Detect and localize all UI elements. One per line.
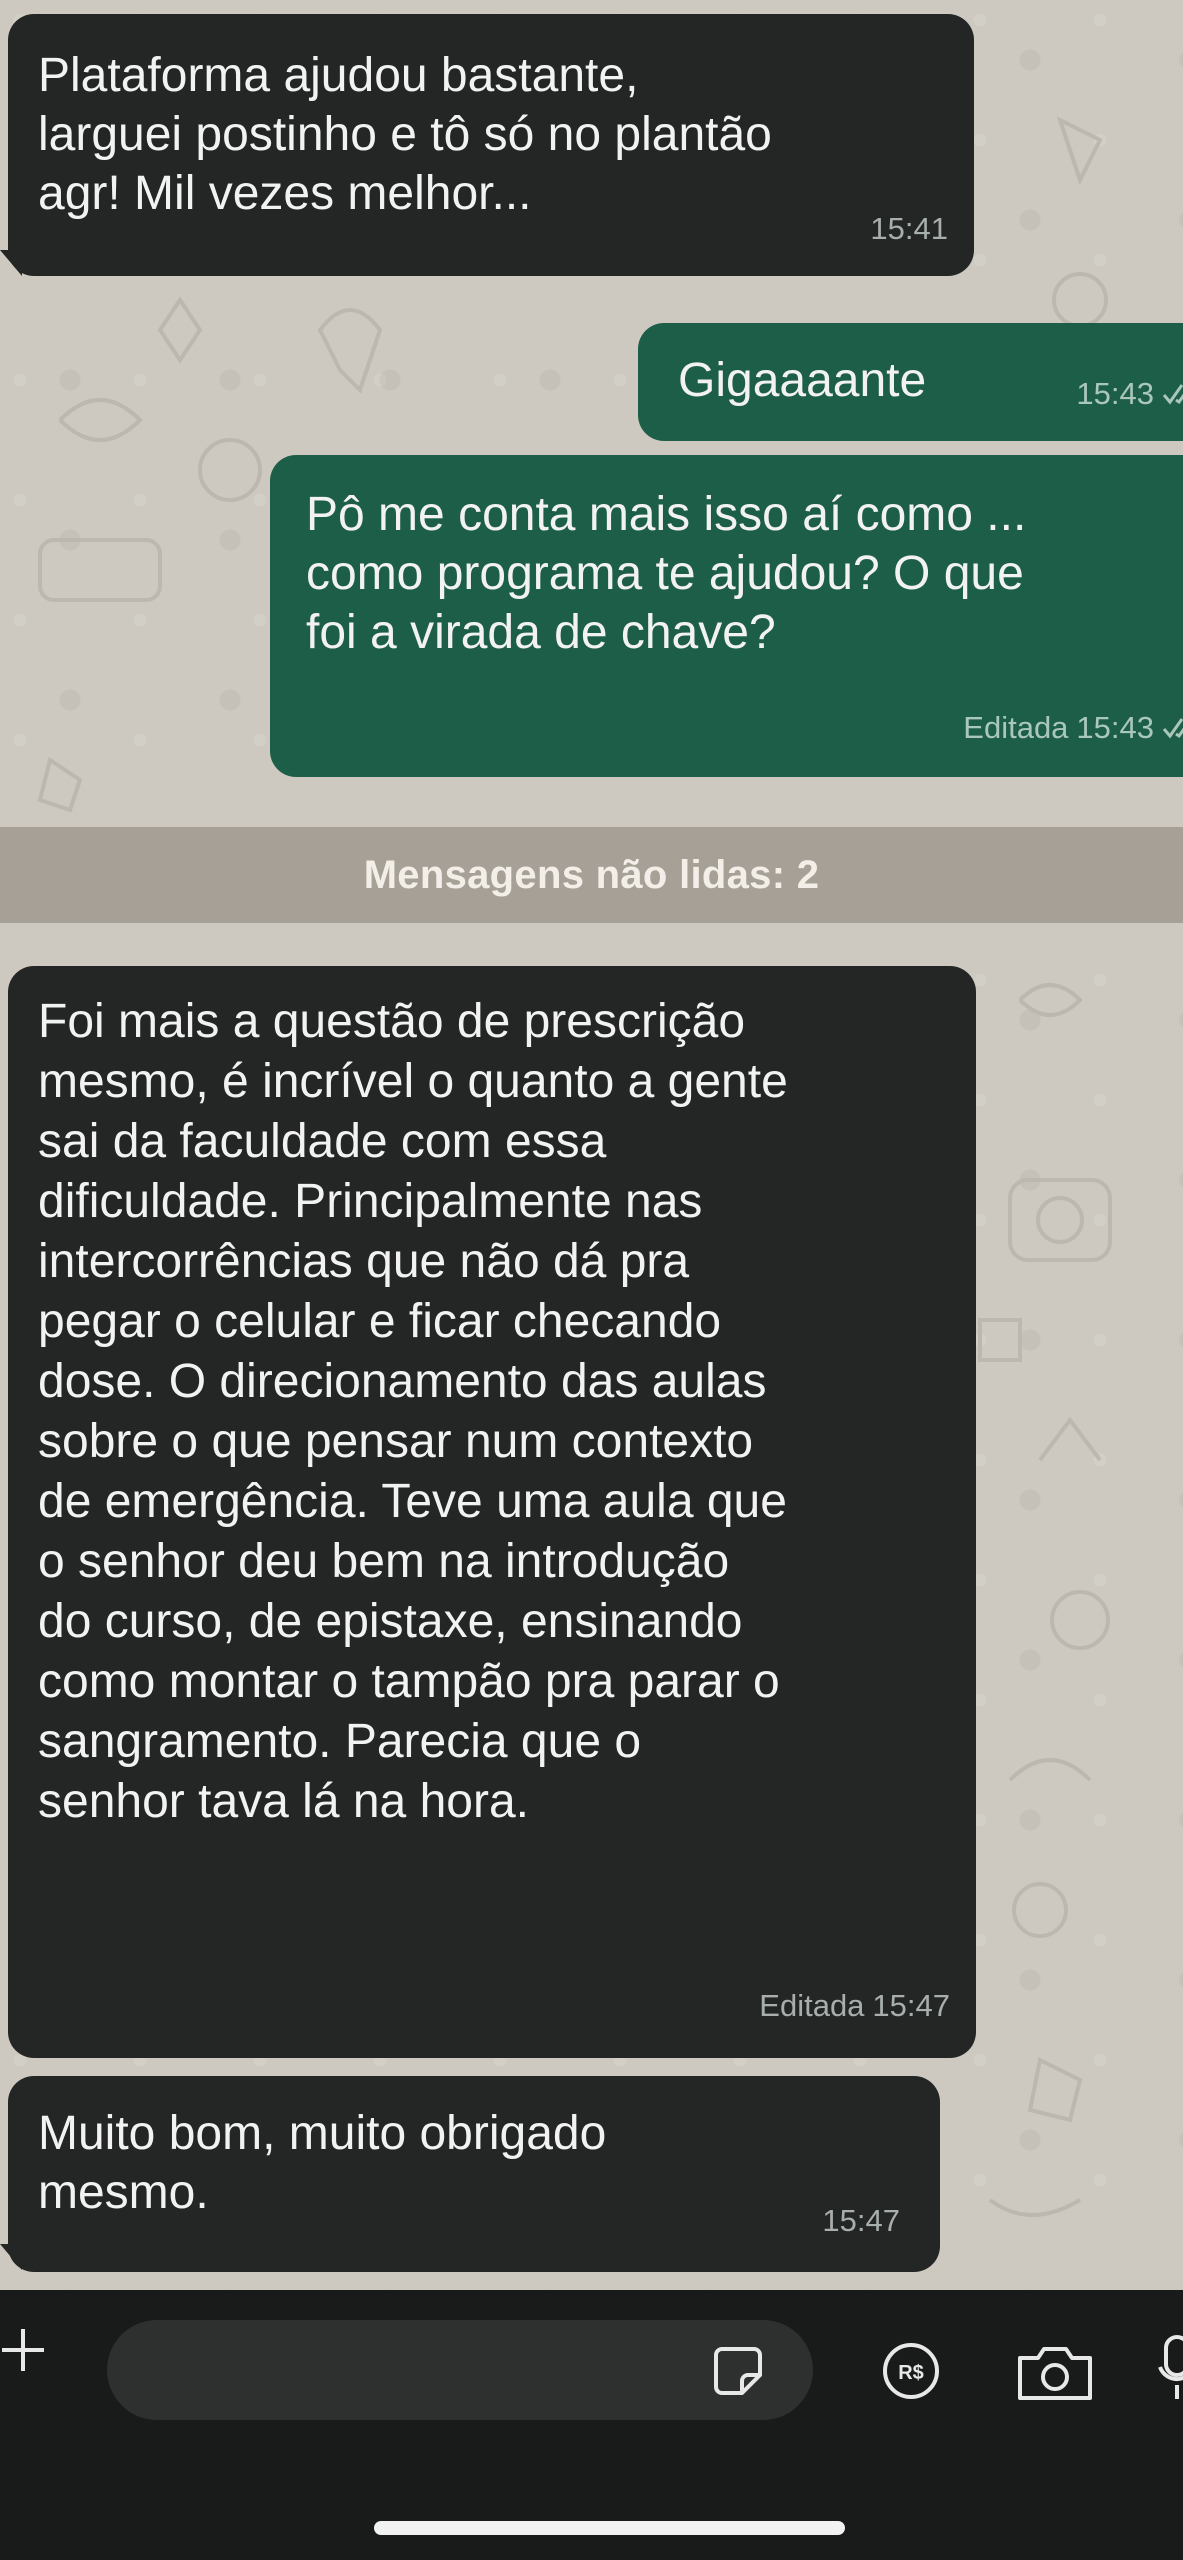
- unread-messages-label: Mensagens não lidas: 2: [363, 852, 820, 897]
- message-text: Muito bom, muito obrigado mesmo.: [38, 2107, 607, 2219]
- camera-icon[interactable]: [1014, 2342, 1096, 2404]
- message-text: Plataforma ajudou bastante, larguei post…: [38, 49, 772, 220]
- bubble-tail: [0, 2244, 22, 2270]
- message-bubble-incoming[interactable]: Muito bom, muito obrigado mesmo. 15:47: [8, 2076, 940, 2272]
- edited-label: Editada: [759, 1988, 865, 2023]
- sticker-icon[interactable]: [712, 2345, 764, 2397]
- message-time: 15:47: [822, 2203, 900, 2238]
- chat-screen: Plataforma ajudou bastante, larguei post…: [0, 0, 1183, 2560]
- home-indicator[interactable]: [374, 2521, 845, 2535]
- message-meta: Editada 15:43: [963, 698, 1183, 757]
- edited-label: Editada: [963, 710, 1069, 745]
- message-meta: 15:41: [870, 199, 948, 258]
- message-time: 15:43: [1076, 710, 1154, 745]
- svg-text:R$: R$: [898, 2362, 924, 2384]
- message-meta: 15:43: [1076, 364, 1183, 423]
- read-receipt-icon: [1162, 717, 1183, 738]
- message-meta: 15:47: [822, 2191, 900, 2250]
- message-bubble-outgoing[interactable]: Pô me conta mais isso aí como ... como p…: [270, 455, 1183, 777]
- message-meta: Editada 15:47: [759, 1976, 950, 2036]
- message-bubble-incoming[interactable]: Foi mais a questão de prescrição mesmo, …: [8, 966, 976, 2058]
- read-receipt-icon: [1162, 383, 1183, 404]
- message-text: Foi mais a questão de prescrição mesmo, …: [38, 995, 788, 1828]
- microphone-icon[interactable]: [1158, 2333, 1183, 2403]
- message-time: 15:47: [872, 1988, 950, 2023]
- message-time: 15:43: [1076, 376, 1154, 411]
- message-bubble-outgoing[interactable]: Gigaaaante 15:43: [638, 323, 1183, 441]
- message-bubble-incoming[interactable]: Plataforma ajudou bastante, larguei post…: [8, 14, 974, 276]
- unread-messages-banner: Mensagens não lidas: 2: [0, 827, 1183, 923]
- message-input[interactable]: [107, 2320, 813, 2420]
- message-time: 15:41: [870, 211, 948, 246]
- bubble-tail: [0, 250, 22, 276]
- pix-payment-icon[interactable]: R$: [882, 2342, 940, 2400]
- plus-icon[interactable]: [0, 2325, 48, 2375]
- message-text: Pô me conta mais isso aí como ... como p…: [306, 488, 1027, 659]
